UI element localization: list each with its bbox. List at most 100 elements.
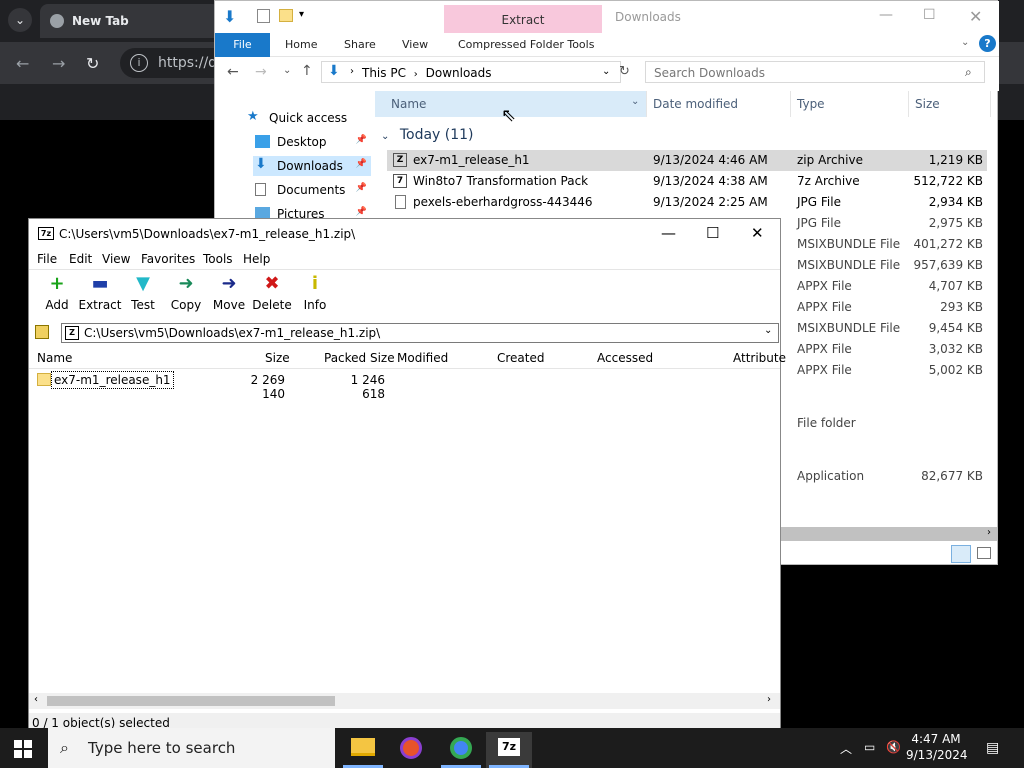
refresh-icon[interactable]: ↻ <box>619 64 630 79</box>
maximize-icon[interactable]: ☐ <box>923 7 936 23</box>
tray-chevron-icon[interactable]: ︿ <box>840 740 852 757</box>
breadcrumb-downloads[interactable]: Downloads <box>426 66 492 80</box>
pin-icon[interactable]: 📌 <box>356 207 367 217</box>
nav-quick-access[interactable]: ★ Quick access <box>245 108 371 128</box>
windows-start-icon[interactable] <box>14 740 32 758</box>
tab-share[interactable]: Share <box>344 38 376 51</box>
column-attributes[interactable]: Attribute <box>733 351 786 365</box>
7zip-hscrollbar[interactable]: ‹ › <box>29 693 780 709</box>
tab-file[interactable]: File <box>215 33 270 57</box>
notifications-icon[interactable]: ▤ <box>986 740 999 756</box>
explorer-address-bar: ← → ⌄ ↑ ⬇ › This PC › Downloads ⌄ ↻ Sear… <box>215 57 999 91</box>
toolbar-info-button[interactable]: i Info <box>293 274 337 313</box>
new-folder-icon[interactable] <box>279 9 293 22</box>
nav-up-icon[interactable]: ↑ <box>301 63 313 79</box>
explorer-hscrollbar[interactable] <box>781 527 997 541</box>
taskbar-file-explorer[interactable] <box>340 732 386 768</box>
forward-arrow-icon[interactable]: → <box>52 54 65 73</box>
taskbar-chrome[interactable] <box>438 732 484 768</box>
search-input[interactable]: Search Downloads <box>645 61 985 83</box>
column-created[interactable]: Created <box>497 351 545 365</box>
tab-compressed-folder-tools[interactable]: Compressed Folder Tools <box>458 38 594 51</box>
nav-documents[interactable]: Documents 📌 <box>253 180 371 200</box>
taskbar-7zip[interactable]: 7z <box>486 732 532 768</box>
recent-locations-icon[interactable]: ⌄ <box>283 65 291 76</box>
file-row[interactable]: 7 Win8to7 Transformation Pack 9/13/2024 … <box>387 171 987 192</box>
breadcrumb-chevron-icon[interactable]: › <box>350 66 354 77</box>
network-icon[interactable]: ▭ <box>864 740 875 754</box>
menu-file[interactable]: File <box>37 252 57 266</box>
list-item[interactable]: ex7-m1_release_h1 2 269 140 1 246 618 <box>35 371 775 401</box>
file-row[interactable]: Z ex7-m1_release_h1 9/13/2024 4:46 AM zi… <box>387 150 987 171</box>
volume-muted-icon[interactable]: 🔇 <box>886 740 901 754</box>
column-dropdown-icon[interactable]: ⌄ <box>631 96 639 107</box>
quick-access-dropdown-icon[interactable]: ▾ <box>299 9 304 20</box>
column-size[interactable]: Size <box>265 351 290 365</box>
nav-desktop[interactable]: Desktop 📌 <box>253 132 371 152</box>
toolbar-move-button[interactable]: ➜ Move <box>207 274 251 313</box>
column-size[interactable]: Size <box>909 91 991 117</box>
minimize-icon[interactable]: — <box>879 7 893 23</box>
column-packed-size[interactable]: Packed Size <box>324 351 395 365</box>
group-header-today[interactable]: ⌄ Today (11) <box>381 127 474 143</box>
tab-home[interactable]: Home <box>285 38 317 51</box>
details-view-icon[interactable] <box>951 545 971 563</box>
menu-tools[interactable]: Tools <box>203 252 233 266</box>
breadcrumb-this-pc[interactable]: This PC <box>362 66 406 80</box>
maximize-icon[interactable]: ☐ <box>706 224 719 242</box>
taskbar-firefox[interactable] <box>388 732 434 768</box>
taskbar-search-input[interactable]: ⌕ Type here to search <box>48 728 335 768</box>
toolbar-test-button[interactable]: ▼ Test <box>121 274 165 313</box>
toolbar-label: Move <box>212 298 246 312</box>
column-type[interactable]: Type <box>791 91 909 117</box>
scroll-right-icon[interactable]: › <box>767 694 771 705</box>
firefox-icon <box>400 737 422 759</box>
path-input[interactable]: Z C:\Users\vm5\Downloads\ex7-m1_release_… <box>61 323 779 343</box>
toolbar-copy-button[interactable]: ➜ Copy <box>164 274 208 313</box>
close-icon[interactable]: ✕ <box>969 7 982 26</box>
menu-view[interactable]: View <box>102 252 130 266</box>
path-dropdown-icon[interactable]: ⌄ <box>764 325 772 336</box>
pin-icon[interactable]: 📌 <box>356 135 367 145</box>
toolbar-extract-button[interactable]: ▬ Extract <box>78 274 122 313</box>
folder-up-icon[interactable] <box>35 325 49 339</box>
site-info-icon[interactable]: i <box>130 54 148 72</box>
scroll-left-icon[interactable]: ‹ <box>34 694 38 705</box>
column-modified[interactable]: Modified <box>397 351 448 365</box>
downloads-icon: ⬇ <box>255 156 267 172</box>
minimize-icon[interactable]: — <box>661 224 676 242</box>
back-arrow-icon[interactable]: ← <box>16 54 29 73</box>
scroll-thumb[interactable] <box>47 696 335 706</box>
taskbar-clock[interactable]: 4:47 AM 9/13/2024 <box>906 731 968 763</box>
large-icons-view-icon[interactable] <box>977 547 991 559</box>
nav-label: Quick access <box>269 111 348 125</box>
reload-icon[interactable]: ↻ <box>86 54 99 73</box>
column-date-modified[interactable]: Date modified <box>647 91 791 117</box>
file-row[interactable]: pexels-eberhardgross-443446 9/13/2024 2:… <box>387 192 987 213</box>
menu-edit[interactable]: Edit <box>69 252 92 266</box>
menu-favorites[interactable]: Favorites <box>141 252 195 266</box>
help-icon[interactable]: ? <box>979 35 996 52</box>
pin-icon[interactable]: 📌 <box>356 183 367 193</box>
chrome-tab-new-tab[interactable]: New Tab <box>40 4 220 38</box>
nav-back-icon[interactable]: ← <box>227 64 239 80</box>
toolbar-delete-button[interactable]: ✖ Delete <box>250 274 294 313</box>
ribbon-expand-chevron-icon[interactable]: ⌄ <box>961 37 969 48</box>
column-name[interactable]: Name <box>37 351 72 365</box>
scroll-right-icon[interactable]: › <box>987 527 991 538</box>
column-accessed[interactable]: Accessed <box>597 351 653 365</box>
download-arrow-icon[interactable]: ⬇ <box>223 7 236 26</box>
nav-forward-icon[interactable]: → <box>255 64 267 80</box>
menu-help[interactable]: Help <box>243 252 270 266</box>
properties-icon[interactable] <box>257 9 270 23</box>
pin-icon[interactable]: 📌 <box>356 159 367 169</box>
tab-view[interactable]: View <box>402 38 428 51</box>
tab-search-chevron-icon[interactable]: ⌄ <box>8 8 32 32</box>
address-breadcrumb[interactable]: ⬇ › This PC › Downloads ⌄ <box>321 61 621 83</box>
toolbar-add-button[interactable]: + Add <box>35 274 79 313</box>
group-collapse-icon[interactable]: ⌄ <box>381 131 389 142</box>
address-dropdown-icon[interactable]: ⌄ <box>602 66 610 77</box>
tab-extract-context[interactable]: Extract <box>444 5 602 33</box>
nav-downloads[interactable]: ⬇ Downloads 📌 <box>253 156 371 176</box>
close-icon[interactable]: ✕ <box>751 224 764 242</box>
